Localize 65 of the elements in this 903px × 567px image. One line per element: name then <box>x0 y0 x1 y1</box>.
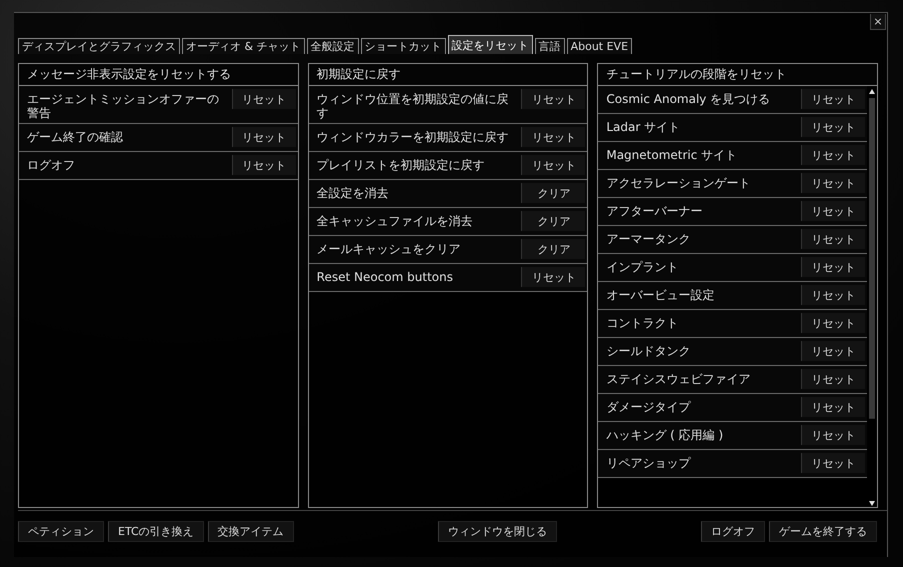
reset-button[interactable]: リセット <box>521 127 586 147</box>
reset-button[interactable]: リセット <box>801 229 866 249</box>
reset-button[interactable]: クリア <box>521 239 586 259</box>
reset-button[interactable]: リセット <box>801 425 866 445</box>
reset-button[interactable]: リセット <box>521 89 586 109</box>
footer-button[interactable]: ゲームを終了する <box>769 520 877 542</box>
reset-button[interactable]: リセット <box>801 397 866 417</box>
reset-button[interactable]: リセット <box>232 127 296 147</box>
reset-button[interactable]: リセット <box>232 89 296 109</box>
setting-label: 全設定を消去 <box>316 185 390 200</box>
footer-button[interactable]: 交換アイテム <box>208 520 294 542</box>
setting-label: Reset Neocom buttons <box>316 269 454 284</box>
setting-label: ゲーム終了の確認 <box>27 129 124 144</box>
reset-button[interactable]: リセット <box>801 145 866 165</box>
reset-button[interactable]: リセット <box>801 173 866 193</box>
reset-button[interactable]: クリア <box>521 211 586 231</box>
reset-button[interactable]: クリア <box>521 183 586 203</box>
reset-button[interactable]: リセット <box>801 313 866 333</box>
setting-label: Cosmic Anomaly を見つける <box>606 91 772 106</box>
setting-label: プレイリストを初期設定に戻す <box>316 157 486 172</box>
reset-button[interactable]: リセット <box>801 369 866 389</box>
setting-label: ウィンドウ位置を初期設定の値に戻す <box>316 91 510 120</box>
setting-label: ダメージタイプ <box>606 399 692 414</box>
setting-label: アクセラレーションゲート <box>606 175 752 190</box>
setting-label: ログオフ <box>27 157 76 172</box>
settings-tab[interactable]: オーディオ & チャット <box>182 38 305 54</box>
scrollbar[interactable] <box>868 88 876 507</box>
footer-button[interactable]: ログオフ <box>701 520 765 542</box>
setting-label: コントラクト <box>606 315 680 330</box>
reset-button[interactable]: リセット <box>521 267 586 287</box>
setting-label: アーマータンク <box>606 231 692 246</box>
reset-button[interactable]: リセット <box>521 155 586 175</box>
panel-title: チュートリアルの段階をリセット <box>598 64 878 86</box>
reset-button[interactable]: リセット <box>801 285 866 305</box>
footer-button[interactable]: ウィンドウを閉じる <box>438 520 557 542</box>
settings-tab[interactable]: About EVE <box>566 38 632 54</box>
reset-button[interactable]: リセット <box>801 89 866 109</box>
setting-label: Magnetometric サイト <box>606 147 738 162</box>
panel-title: 初期設定に戻す <box>308 64 588 86</box>
setting-label: Ladar サイト <box>606 119 682 134</box>
reset-button[interactable]: リセット <box>801 117 866 137</box>
reset-button[interactable]: リセット <box>801 453 866 473</box>
setting-label: リペアショップ <box>606 455 692 470</box>
setting-label: インプラント <box>606 259 680 274</box>
setting-label: ステイシスウェビファイア <box>606 371 752 386</box>
setting-label: ハッキング ( 応用編 ) <box>606 427 724 442</box>
close-button[interactable]: × <box>870 14 886 30</box>
setting-label: シールドタンク <box>606 343 692 358</box>
reset-button[interactable]: リセット <box>232 155 296 175</box>
reset-button[interactable]: リセット <box>801 341 866 361</box>
footer-button[interactable]: ペティション <box>18 520 104 542</box>
settings-tab[interactable]: 設定をリセット <box>448 35 533 54</box>
setting-label: ウィンドウカラーを初期設定に戻す <box>316 129 510 144</box>
settings-tab[interactable]: 全般設定 <box>306 38 359 54</box>
reset-button[interactable]: リセット <box>801 257 866 277</box>
setting-label: メールキャッシュをクリア <box>316 241 462 256</box>
setting-label: 全キャッシュファイルを消去 <box>316 213 474 228</box>
reset-button[interactable]: リセット <box>801 201 866 221</box>
settings-tab[interactable]: ショートカット <box>360 38 446 54</box>
setting-label: オーバービュー設定 <box>606 287 716 302</box>
setting-label: エージェントミッションオファーの警告 <box>27 91 220 120</box>
setting-label: アフターバーナー <box>606 203 704 218</box>
settings-tab[interactable]: ディスプレイとグラフィックス <box>18 38 180 54</box>
settings-tab[interactable]: 言語 <box>534 38 565 54</box>
footer-button[interactable]: ETCの引き換え <box>108 520 204 542</box>
